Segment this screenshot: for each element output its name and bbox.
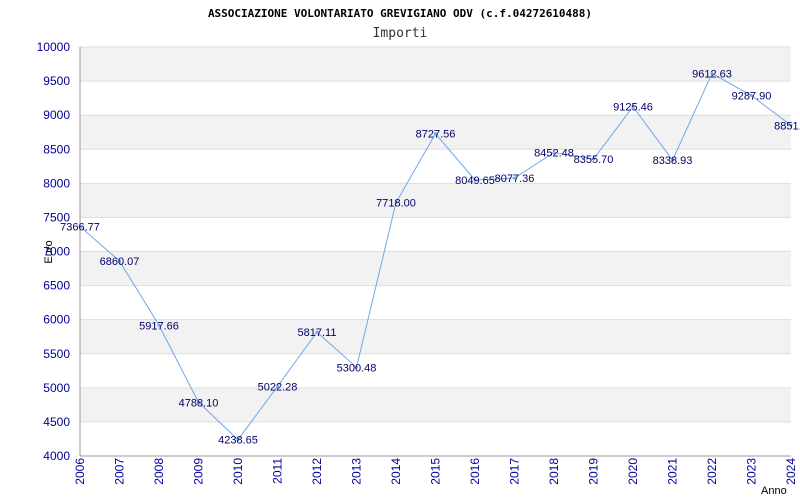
data-label: 8049.65	[455, 175, 495, 187]
data-label: 9287.90	[732, 91, 772, 103]
x-tick-label: 2020	[626, 458, 640, 485]
x-tick-label: 2018	[547, 458, 561, 485]
data-label: 7366.77	[60, 221, 100, 233]
background-band	[80, 319, 791, 354]
data-label: 6860.07	[100, 256, 140, 268]
y-tick-label: 10000	[37, 40, 71, 54]
x-tick-label: 2023	[745, 458, 759, 485]
background-band	[80, 251, 791, 286]
background-bands	[80, 47, 791, 422]
background-band	[80, 183, 791, 218]
data-label: 8355.70	[574, 154, 614, 166]
y-tick-label: 4500	[43, 415, 70, 429]
data-label: 8077.36	[495, 173, 535, 185]
y-axis-label: Euro	[43, 240, 55, 263]
x-tick-label: 2016	[468, 458, 482, 485]
data-label: 5300.48	[337, 362, 377, 374]
x-tick-label: 2015	[429, 458, 443, 485]
x-tick-label: 2014	[389, 458, 403, 485]
x-tick-label: 2010	[231, 458, 245, 485]
x-axis-label: Anno	[761, 485, 787, 497]
chart-title: ASSOCIAZIONE VOLONTARIATO GREVIGIANO ODV…	[208, 7, 592, 20]
x-tick-label: 2006	[73, 458, 87, 485]
x-tick-label: 2021	[666, 458, 680, 485]
y-tick-label: 9000	[43, 108, 70, 122]
x-tick-label: 2017	[508, 458, 522, 485]
x-tick-label: 2024	[784, 458, 798, 485]
data-label: 5917.66	[139, 320, 179, 332]
x-tick-label: 2012	[310, 458, 324, 485]
y-tick-label: 8500	[43, 142, 70, 156]
line-chart: 4000450050005500600065007000750080008500…	[37, 7, 800, 497]
x-axis-ticks: 2006 2007 2008 2009 2010 2011 2012 2013 2014 2015…	[73, 458, 798, 485]
y-tick-label: 5500	[43, 347, 70, 361]
data-label: 8727.56	[416, 129, 456, 141]
data-label: 4788.10	[179, 397, 219, 409]
y-tick-label: 5000	[43, 381, 70, 395]
x-tick-label: 2009	[192, 458, 206, 485]
x-tick-label: 2008	[152, 458, 166, 485]
x-tick-label: 2019	[587, 458, 601, 485]
data-label: 8851.2	[774, 120, 800, 132]
y-tick-label: 4000	[43, 449, 70, 463]
data-label: 4238.65	[218, 435, 258, 447]
data-label: 5022.28	[258, 381, 298, 393]
x-tick-label: 2007	[113, 458, 127, 485]
background-band	[80, 47, 791, 82]
data-label: 9125.46	[613, 102, 653, 114]
data-label: 5817.11	[298, 327, 337, 339]
x-tick-label: 2022	[705, 458, 719, 485]
y-tick-label: 6000	[43, 313, 70, 327]
x-tick-label: 2011	[271, 458, 285, 484]
chart-subtitle: Importi	[373, 26, 428, 41]
data-label: 8338.93	[653, 155, 693, 167]
y-tick-label: 6500	[43, 279, 70, 293]
data-label: 7718.00	[376, 198, 416, 210]
x-tick-label: 2013	[350, 458, 364, 485]
y-tick-label: 8000	[43, 176, 70, 190]
data-label: 9612.63	[692, 68, 732, 80]
y-tick-label: 9500	[43, 74, 70, 88]
data-label: 8452.48	[534, 147, 574, 159]
